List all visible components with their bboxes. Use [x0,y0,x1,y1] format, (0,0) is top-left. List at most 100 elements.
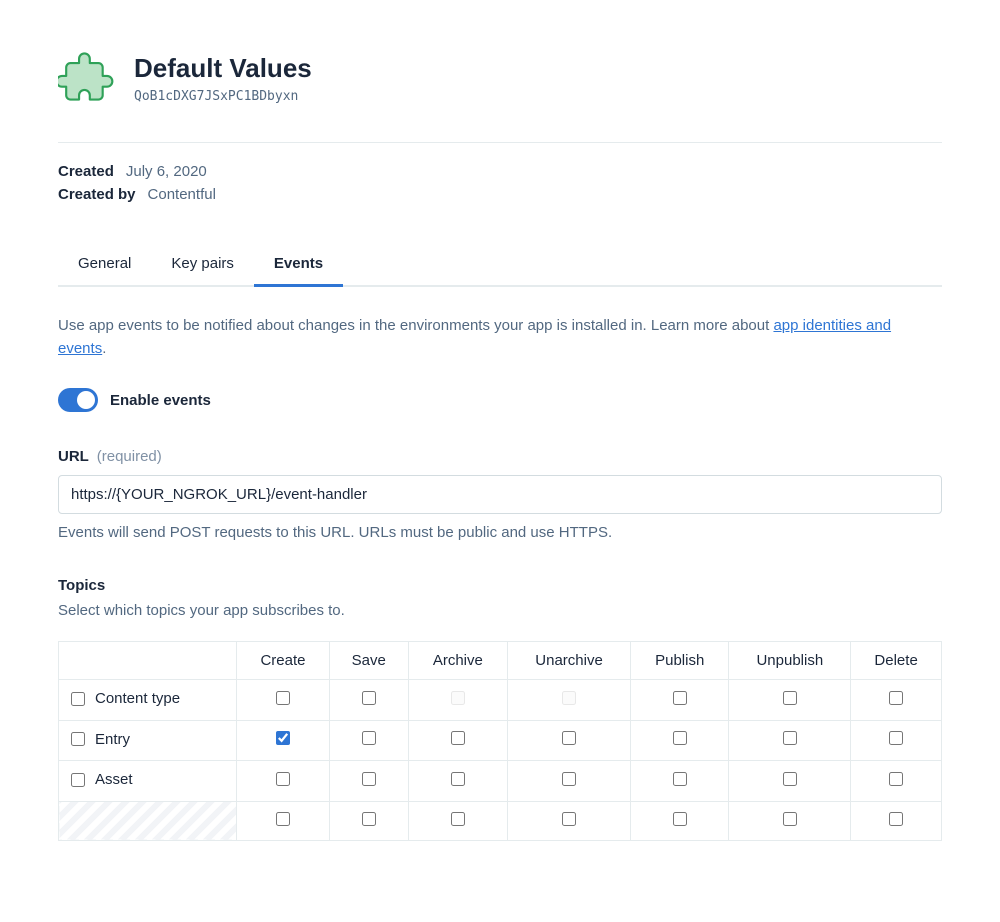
col-publish: Publish [630,642,729,680]
topic-checkbox[interactable] [673,731,687,745]
divider [58,142,942,143]
row-label: Asset [95,771,133,788]
topic-checkbox[interactable] [889,772,903,786]
enable-events-row: Enable events [58,388,942,412]
topic-checkbox[interactable] [783,691,797,705]
page-title: Default Values [134,52,312,86]
column-select-checkbox[interactable] [451,812,465,826]
meta-created: Created July 6, 2020 [58,163,942,180]
topic-checkbox[interactable] [276,731,290,745]
topic-checkbox[interactable] [362,731,376,745]
column-select-checkbox[interactable] [889,812,903,826]
column-select-checkbox[interactable] [276,812,290,826]
row-label-cell: Content type [59,680,237,721]
col-archive: Archive [408,642,508,680]
row-select-checkbox[interactable] [71,773,85,787]
topic-cell [329,720,408,761]
topic-cell [408,720,508,761]
topic-cell [630,680,729,721]
tabs: General Key pairs Events [58,243,942,287]
enable-events-toggle[interactable] [58,388,98,412]
topic-cell [630,761,729,802]
footer-cell [236,801,329,840]
meta-created-label: Created [58,163,114,180]
topic-cell [851,680,942,721]
meta-created-by-label: Created by [58,186,136,203]
topic-cell [729,680,851,721]
topic-cell [630,720,729,761]
topic-cell [508,720,631,761]
topic-checkbox[interactable] [276,772,290,786]
column-select-checkbox[interactable] [783,812,797,826]
footer-cell [729,801,851,840]
topic-checkbox[interactable] [276,691,290,705]
header: Default Values QoB1cDXG7JSxPC1BDbyxn [58,50,942,106]
url-label: URL (required) [58,448,942,465]
table-row: Entry [59,720,942,761]
topic-checkbox [562,691,576,705]
col-delete: Delete [851,642,942,680]
topic-checkbox[interactable] [562,772,576,786]
footer-cell [408,801,508,840]
topics-heading: Topics [58,577,942,594]
topic-cell [729,761,851,802]
table-row: Content type [59,680,942,721]
topics-header-blank [59,642,237,680]
meta-created-value: July 6, 2020 [126,163,207,180]
puzzle-piece-icon [58,50,114,106]
footer-cell [508,801,631,840]
table-footer-row [59,801,942,840]
topic-cell [851,720,942,761]
topic-checkbox[interactable] [451,731,465,745]
meta-created-by-value: Contentful [148,186,216,203]
topic-checkbox[interactable] [362,691,376,705]
topic-checkbox[interactable] [562,731,576,745]
row-select-checkbox[interactable] [71,692,85,706]
column-select-checkbox[interactable] [562,812,576,826]
topic-cell [408,761,508,802]
app-id: QoB1cDXG7JSxPC1BDbyxn [134,89,312,104]
topic-cell [329,680,408,721]
column-select-checkbox[interactable] [362,812,376,826]
topic-checkbox[interactable] [889,731,903,745]
col-save: Save [329,642,408,680]
footer-cell [630,801,729,840]
topic-cell [729,720,851,761]
topics-table: Create Save Archive Unarchive Publish Un… [58,641,942,841]
topic-cell [329,761,408,802]
topic-cell [236,680,329,721]
topic-cell [851,761,942,802]
tab-key-pairs[interactable]: Key pairs [151,243,254,287]
events-description: Use app events to be notified about chan… [58,315,942,360]
topics-desc: Select which topics your app subscribes … [58,602,942,619]
topic-cell [508,761,631,802]
topic-checkbox [451,691,465,705]
events-desc-suffix: . [102,340,106,357]
topic-checkbox[interactable] [451,772,465,786]
url-helper: Events will send POST requests to this U… [58,524,942,541]
col-create: Create [236,642,329,680]
topic-checkbox[interactable] [889,691,903,705]
row-label-cell: Entry [59,720,237,761]
footer-cell [851,801,942,840]
topic-checkbox[interactable] [783,731,797,745]
tab-general[interactable]: General [58,243,151,287]
footer-cell [329,801,408,840]
tab-events[interactable]: Events [254,243,343,287]
row-label: Content type [95,690,180,707]
events-desc-prefix: Use app events to be notified about chan… [58,317,773,334]
url-input[interactable] [58,475,942,514]
table-row: Asset [59,761,942,802]
row-select-checkbox[interactable] [71,732,85,746]
col-unpublish: Unpublish [729,642,851,680]
url-required: (required) [97,448,162,465]
column-select-checkbox[interactable] [673,812,687,826]
row-label: Entry [95,731,130,748]
topic-checkbox[interactable] [673,691,687,705]
row-label-cell: Asset [59,761,237,802]
topic-checkbox[interactable] [673,772,687,786]
topic-checkbox[interactable] [783,772,797,786]
topic-cell [236,720,329,761]
topic-checkbox[interactable] [362,772,376,786]
footer-blank-cell [59,801,237,840]
